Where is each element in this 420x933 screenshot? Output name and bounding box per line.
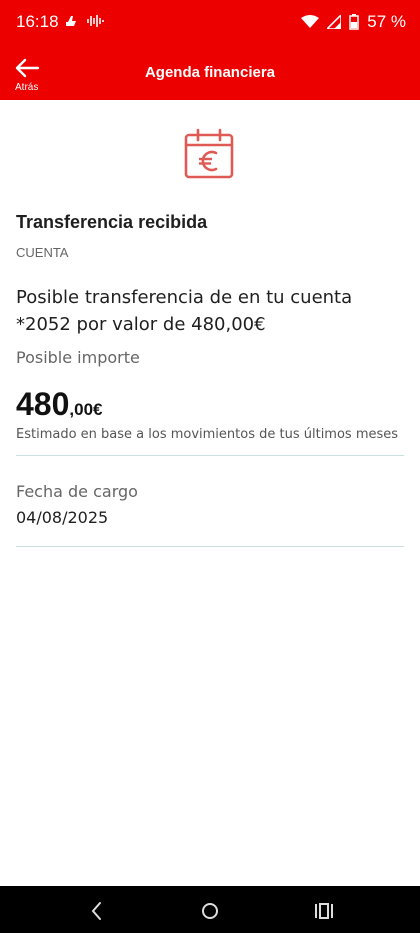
page-title: Agenda financiera [144,64,276,81]
chevron-left-icon [91,902,101,920]
status-left-icons [64,14,104,28]
date-label: Fecha de cargo [16,482,138,501]
nav-home-button[interactable] [199,900,221,922]
divider [16,546,404,547]
amount-label: Posible importe [16,348,140,367]
calendar-euro-icon [184,128,234,179]
recents-icon [315,903,333,919]
battery-percentage: 57 % [367,12,406,31]
back-label: Atrás [15,82,39,93]
system-nav-bar [0,886,420,933]
status-bar: 16:18 57 % [0,0,420,44]
status-right-icons: 57 % [301,12,406,32]
home-circle-icon [202,903,218,919]
date-value: 04/08/2025 [16,508,109,527]
divider [16,455,404,456]
hand-icon [66,16,76,26]
cell-signal-icon [327,15,342,29]
sound-wave-icon [87,15,104,27]
amount-note: Estimado en base a los movimientos de tu… [16,427,399,442]
amount-decimal: ,00€ [69,400,103,419]
nav-back-button[interactable] [86,900,108,922]
amount-integer: 480 [16,386,70,422]
status-time: 16:18 [16,12,59,31]
nav-recents-button[interactable] [313,900,335,922]
app-bar: Atrás Agenda financiera [0,44,420,100]
transaction-description: Posible transferencia de en tu cuenta *2… [16,287,353,335]
battery-icon [349,14,359,30]
wifi-icon [301,15,320,28]
category-label: CUENTA [16,245,69,260]
amount-value: 480,00€ [16,386,102,423]
transaction-title: Transferencia recibida [16,212,208,232]
